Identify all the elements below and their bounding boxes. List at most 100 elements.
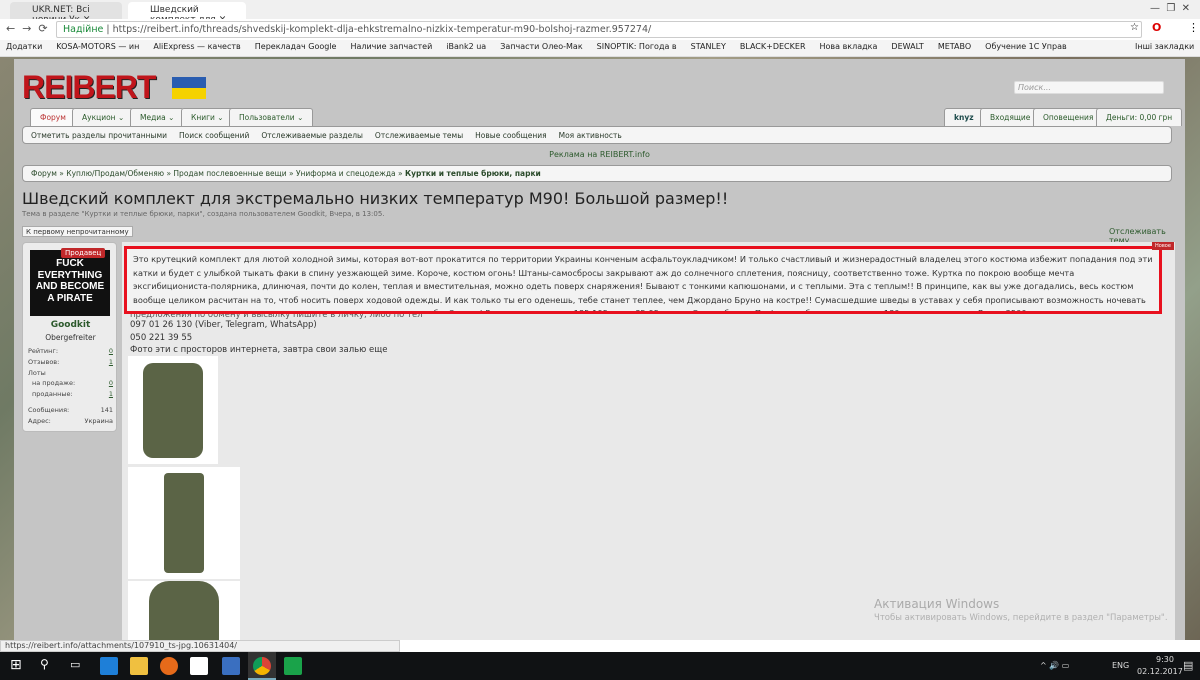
edge-icon[interactable] [100,657,118,675]
trousers-photo[interactable] [128,467,240,579]
stat-value[interactable]: 0 [109,379,113,387]
stat-value[interactable]: 0 [109,347,113,355]
highlighted-post-text: Это крутецкий комплект для лютой холодно… [124,246,1162,314]
bookmark-item[interactable]: BLACK+DECKER [740,42,806,51]
store-icon[interactable] [190,657,208,675]
search-icon[interactable]: ⚲ [40,657,49,671]
nav-tab-label: Книги [191,113,215,122]
bookmark-item[interactable]: METABO [938,42,971,51]
bookmark-item[interactable]: KOSA-MOTORS — ин [56,42,139,51]
photos-note: Фото эти с просторов интернета, завтра с… [130,345,388,355]
stat-value[interactable]: 1 [109,358,113,366]
menu-icon[interactable]: ⋮ [1188,21,1199,34]
nav-tab[interactable]: Книги ⌄ [181,108,234,126]
username[interactable]: Goodkit [23,320,118,330]
user-tab[interactable]: Оповещения [1033,108,1104,126]
subnav-link[interactable]: Отметить разделы прочитанными [31,131,167,140]
breadcrumb-separator: » [395,169,405,178]
windows-start-icon[interactable]: ⊞ [10,657,22,673]
subnav-link[interactable]: Поиск сообщений [179,131,249,140]
new-badge: Новое [1152,242,1174,250]
breadcrumb: Форум » Куплю/Продам/Обменяю » Продам по… [22,165,1172,182]
ad-link[interactable]: Реклама на REIBERT.info [14,150,1185,159]
back-forward-reload-icons[interactable]: ← → ⟳ [6,22,48,35]
network-app-icon[interactable] [222,657,240,675]
suit-photo[interactable] [128,581,240,640]
stat-value: 141 [100,406,113,414]
window-controls[interactable]: — ❐ ✕ [1150,3,1190,14]
bookmark-list: Додатки KOSA-MOTORS — ин AliExpress — каче… [6,42,1067,51]
chrome-icon [253,657,271,675]
nav-tab[interactable]: Аукцион ⌄ [72,108,135,126]
breadcrumb-item[interactable]: Униформа и спецодежда [296,169,396,178]
user-tab[interactable]: Входящие [980,108,1041,126]
stat-value[interactable]: 1 [109,390,113,398]
bookmark-item[interactable]: Наличие запчастей [350,42,432,51]
bookmark-item[interactable]: Нова вкладка [820,42,878,51]
breadcrumb-separator: » [56,169,67,178]
subnav-link[interactable]: Отслеживаемые разделы [261,131,363,140]
green-app-icon[interactable] [284,657,302,675]
task-view-icon[interactable]: ▭ [70,658,80,671]
nav-tab[interactable]: Пользователи ⌄ [229,108,314,126]
site-logo[interactable]: REIBERT [22,69,156,106]
user-stat-row: Лоты [28,369,113,377]
url-input[interactable]: Надійне | https://reibert.info/threads/s… [56,21,1142,38]
user-tab[interactable]: Деньги: 0,00 грн [1096,108,1183,126]
breadcrumb-item[interactable]: Куплю/Продам/Обменяю [66,169,164,178]
bookmark-item[interactable]: DEWALT [891,42,923,51]
user-stat-row: на продаже: 0 [28,379,113,387]
user-stat-row: Отзывов: 1 [28,358,113,366]
language-indicator[interactable]: ENG [1112,661,1129,670]
chrome-taskbar-button[interactable] [248,652,276,680]
notifications-icon[interactable]: ▤ [1183,659,1193,672]
phone-2: 050 221 39 55 [130,333,193,343]
subnav-link[interactable]: Новые сообщения [475,131,546,140]
bookmark-item[interactable]: SINOPTIK: Погода в [597,42,677,51]
user-stat-row: Сообщения: 141 [28,406,113,414]
bookmark-item[interactable]: Обучение 1С Управ [985,42,1067,51]
user-tab[interactable]: knyz [944,108,984,126]
avatar[interactable]: FUCK EVERYTHING AND BECOME A PIRATE [30,250,110,316]
nav-tab[interactable]: Форум [30,108,76,126]
breadcrumb-item[interactable]: Продам послевоенные вещи [173,169,286,178]
bookmark-item[interactable]: Запчасти Олео-Мак [500,42,582,51]
stat-label: Рейтинг: [28,347,59,355]
search-input[interactable]: Поиск... [1014,81,1164,94]
windows-activation-title: Активация Windows [874,597,1000,611]
page-background: REIBERT Поиск... Отметить разделы прочит… [0,57,1200,640]
opera-extension-icon[interactable]: O [1152,21,1161,34]
explorer-icon[interactable] [130,657,148,675]
clock-time[interactable]: 9:30 [1150,655,1180,664]
bookmarks-bar: Додатки KOSA-MOTORS — ин AliExpress — каче… [0,40,1200,57]
other-bookmarks[interactable]: Інші закладки [1135,42,1194,51]
nav-tab-label: Медиа [140,113,166,122]
bookmark-item[interactable]: AliExpress — качеств [153,42,240,51]
nav-tab-label: Аукцион [82,113,116,122]
firefox-icon[interactable] [160,657,178,675]
site-panel: REIBERT Поиск... Отметить разделы прочит… [14,59,1185,640]
subnav-link[interactable]: Моя активность [559,131,622,140]
bookmark-item[interactable]: Перекладач Google [255,42,337,51]
thread-meta: Тема в разделе "Куртки и теплые брюки, п… [22,210,385,218]
breadcrumb-item[interactable]: Форум [31,169,57,178]
bookmark-item[interactable]: iBank2 ua [446,42,486,51]
ukraine-flag-icon [172,77,206,99]
bookmark-item[interactable]: Додатки [6,42,42,51]
tab-ukrnet[interactable]: UKR.NET: Всі новини Ук ✕ [10,2,122,25]
system-tray-icons[interactable]: ^ 🔊 ▭ [1040,661,1069,670]
phone-1: 097 01 26 130 (Viber, Telegram, WhatsApp… [130,320,317,330]
clock-date[interactable]: 02.12.2017 [1137,667,1183,676]
stat-label: Лоты [28,369,46,377]
stat-label: Сообщения: [28,406,70,414]
star-icon[interactable]: ☆ [1130,22,1139,33]
first-unread-button[interactable]: К первому непрочитанному [22,226,133,237]
jacket-photo[interactable] [128,356,218,464]
tab-reibert[interactable]: Шведский комплект для ✕ [128,2,246,25]
breadcrumb-item[interactable]: Куртки и теплые брюки, парки [405,169,541,178]
bookmark-item[interactable]: STANLEY [691,42,726,51]
seller-badge: Продавец [61,248,106,258]
nav-tab[interactable]: Медиа ⌄ [130,108,185,126]
subnav-link[interactable]: Отслеживаемые темы [375,131,463,140]
sub-nav: Отметить разделы прочитанными Поиск сообщ… [22,126,1172,144]
